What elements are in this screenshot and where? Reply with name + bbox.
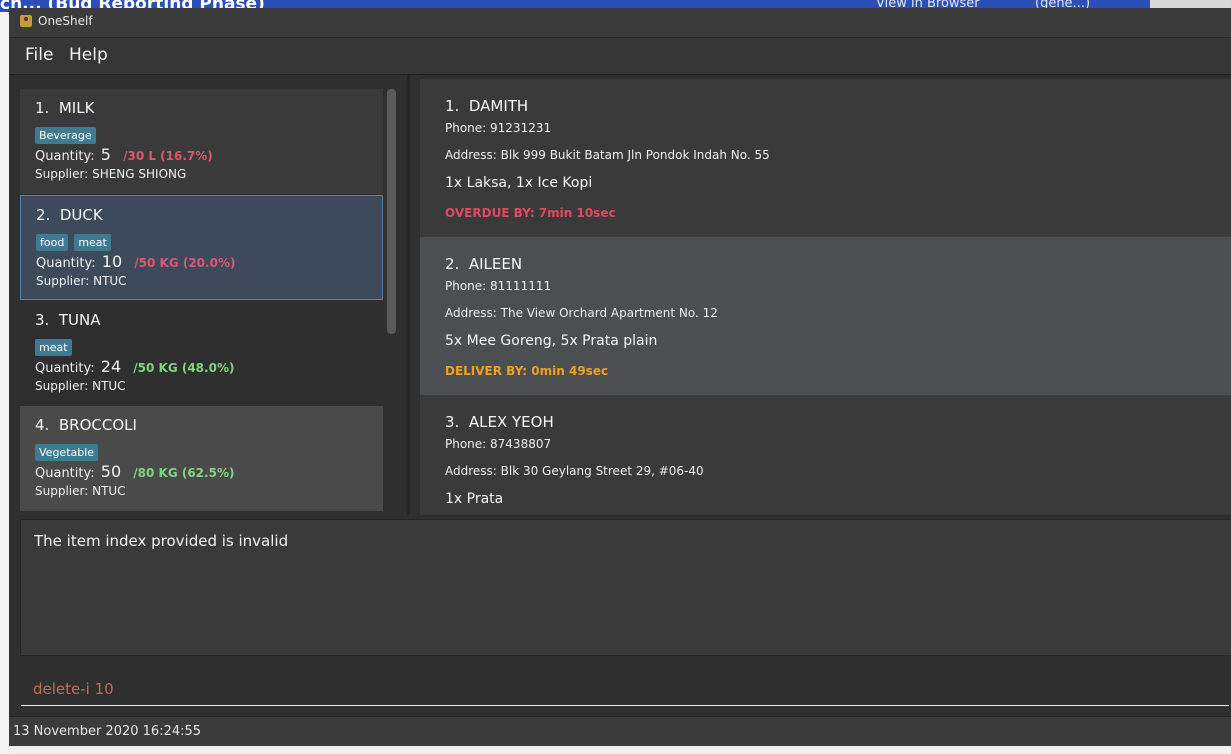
- inventory-scrollbar[interactable]: [387, 89, 396, 334]
- delivery-index: 2.: [445, 255, 460, 273]
- delivery-phone: Phone: 91231231: [445, 121, 552, 135]
- delivery-status: DELIVER BY: 0min 49sec: [445, 364, 609, 378]
- inventory-card[interactable]: 2. DUCK food meat Quantity: 10 /50 KG (20…: [20, 195, 383, 300]
- inventory-card[interactable]: 1. MILK Beverage Quantity: 5 /30 L (16.7…: [20, 89, 383, 194]
- command-input[interactable]: [21, 672, 1229, 706]
- delivery-name: 1. DAMITH: [445, 97, 528, 115]
- delivery-name: 2. AILEEN: [445, 255, 522, 273]
- result-message: The item index provided is invalid: [34, 532, 289, 550]
- inventory-list-panel: 1. MILK Beverage Quantity: 5 /30 L (16.7…: [9, 75, 407, 515]
- item-name-text: MILK: [58, 99, 95, 117]
- quantity-max: /50 KG (48.0%): [133, 361, 235, 375]
- delivery-index: 3.: [445, 413, 460, 431]
- item-tags: meat: [35, 336, 78, 356]
- item-tags: Vegetable: [35, 441, 104, 461]
- item-quantity: Quantity: 24 /50 KG (48.0%): [35, 357, 234, 376]
- delivery-card[interactable]: 3. ALEX YEOH Phone: 87438807 Address: Bl…: [420, 395, 1231, 515]
- item-quantity: Quantity: 50 /80 KG (62.5%): [35, 462, 234, 481]
- quantity-label: Quantity:: [35, 149, 95, 164]
- delivery-name: 3. ALEX YEOH: [445, 413, 554, 431]
- item-name: 4. BROCCOLI: [35, 416, 137, 434]
- item-tags: food meat: [36, 231, 117, 251]
- inventory-card[interactable]: 3. TUNA meat Quantity: 24 /50 KG (48.0%)…: [20, 301, 383, 406]
- command-box: [9, 664, 1231, 712]
- delivery-name-text: DAMITH: [468, 97, 529, 115]
- item-name-text: DUCK: [59, 206, 103, 224]
- item-index: 2.: [36, 206, 51, 224]
- status-bar: 13 November 2020 16:24:55: [9, 716, 1231, 747]
- item-tag: meat: [35, 339, 72, 356]
- delivery-phone: Phone: 87438807: [445, 437, 552, 451]
- quantity-max: /30 L (16.7%): [123, 149, 213, 163]
- quantity-value: 24: [100, 357, 122, 376]
- item-index: 3.: [35, 311, 50, 329]
- item-tag: Beverage: [35, 127, 96, 144]
- item-tag: meat: [74, 234, 111, 251]
- item-supplier: Supplier: NTUC: [35, 484, 126, 498]
- item-supplier: Supplier: NTUC: [36, 274, 127, 288]
- status-datetime: 13 November 2020 16:24:55: [13, 724, 202, 739]
- window-titlebar: OneShelf: [9, 8, 1231, 38]
- delivery-address: Address: The View Orchard Apartment No. …: [445, 306, 718, 320]
- item-name-text: TUNA: [58, 311, 101, 329]
- panel-divider[interactable]: [407, 75, 410, 515]
- menu-help[interactable]: Help: [69, 45, 108, 65]
- menu-file[interactable]: File: [25, 45, 53, 65]
- delivery-card[interactable]: 1. DAMITH Phone: 91231231 Address: Blk 9…: [420, 79, 1231, 237]
- item-name: 1. MILK: [35, 99, 94, 117]
- item-quantity: Quantity: 5 /30 L (16.7%): [35, 145, 213, 164]
- delivery-list-panel: 1. DAMITH Phone: 91231231 Address: Blk 9…: [420, 79, 1231, 515]
- window-title: OneShelf: [38, 14, 93, 28]
- item-supplier: Supplier: NTUC: [35, 379, 126, 393]
- quantity-value: 10: [101, 252, 123, 271]
- item-tag: food: [36, 234, 69, 251]
- oneshelf-window: OneShelf File Help 1. MILK Beverage Quan…: [9, 8, 1231, 754]
- item-name-text: BROCCOLI: [58, 416, 137, 434]
- menu-bar: File Help: [9, 38, 1231, 75]
- item-index: 1.: [35, 99, 50, 117]
- quantity-value: 50: [100, 462, 122, 481]
- window-bottom-edge: [9, 746, 1231, 754]
- quantity-label: Quantity:: [35, 361, 95, 376]
- inventory-card[interactable]: 4. BROCCOLI Vegetable Quantity: 50 /80 K…: [20, 406, 383, 511]
- delivery-name-text: ALEX YEOH: [468, 413, 554, 431]
- delivery-address: Address: Blk 30 Geylang Street 29, #06-4…: [445, 464, 704, 478]
- item-tag: Vegetable: [35, 444, 99, 461]
- quantity-label: Quantity:: [36, 256, 96, 271]
- quantity-label: Quantity:: [35, 466, 95, 481]
- delivery-address: Address: Blk 999 Bukit Batam Jln Pondok …: [445, 148, 770, 162]
- item-quantity: Quantity: 10 /50 KG (20.0%): [36, 252, 235, 271]
- delivery-status: OVERDUE BY: 7min 10sec: [445, 206, 616, 220]
- result-display: The item index provided is invalid: [20, 519, 1231, 656]
- item-supplier: Supplier: SHENG SHIONG: [35, 167, 187, 181]
- delivery-phone: Phone: 81111111: [445, 279, 552, 293]
- quantity-max: /80 KG (62.5%): [133, 466, 235, 480]
- delivery-order: 5x Mee Goreng, 5x Prata plain: [445, 333, 658, 349]
- quantity-max: /50 KG (20.0%): [134, 256, 236, 270]
- delivery-name-text: AILEEN: [468, 255, 523, 273]
- app-icon: [20, 15, 32, 27]
- item-index: 4.: [35, 416, 50, 434]
- item-tags: Beverage: [35, 124, 102, 144]
- delivery-order: 1x Prata: [445, 491, 504, 507]
- delivery-index: 1.: [445, 97, 460, 115]
- item-name: 2. DUCK: [36, 206, 103, 224]
- item-name: 3. TUNA: [35, 311, 100, 329]
- delivery-card[interactable]: 2. AILEEN Phone: 81111111 Address: The V…: [420, 237, 1231, 395]
- quantity-value: 5: [100, 145, 111, 164]
- background-window-left-strip: [0, 12, 9, 754]
- delivery-order: 1x Laksa, 1x Ice Kopi: [445, 175, 593, 191]
